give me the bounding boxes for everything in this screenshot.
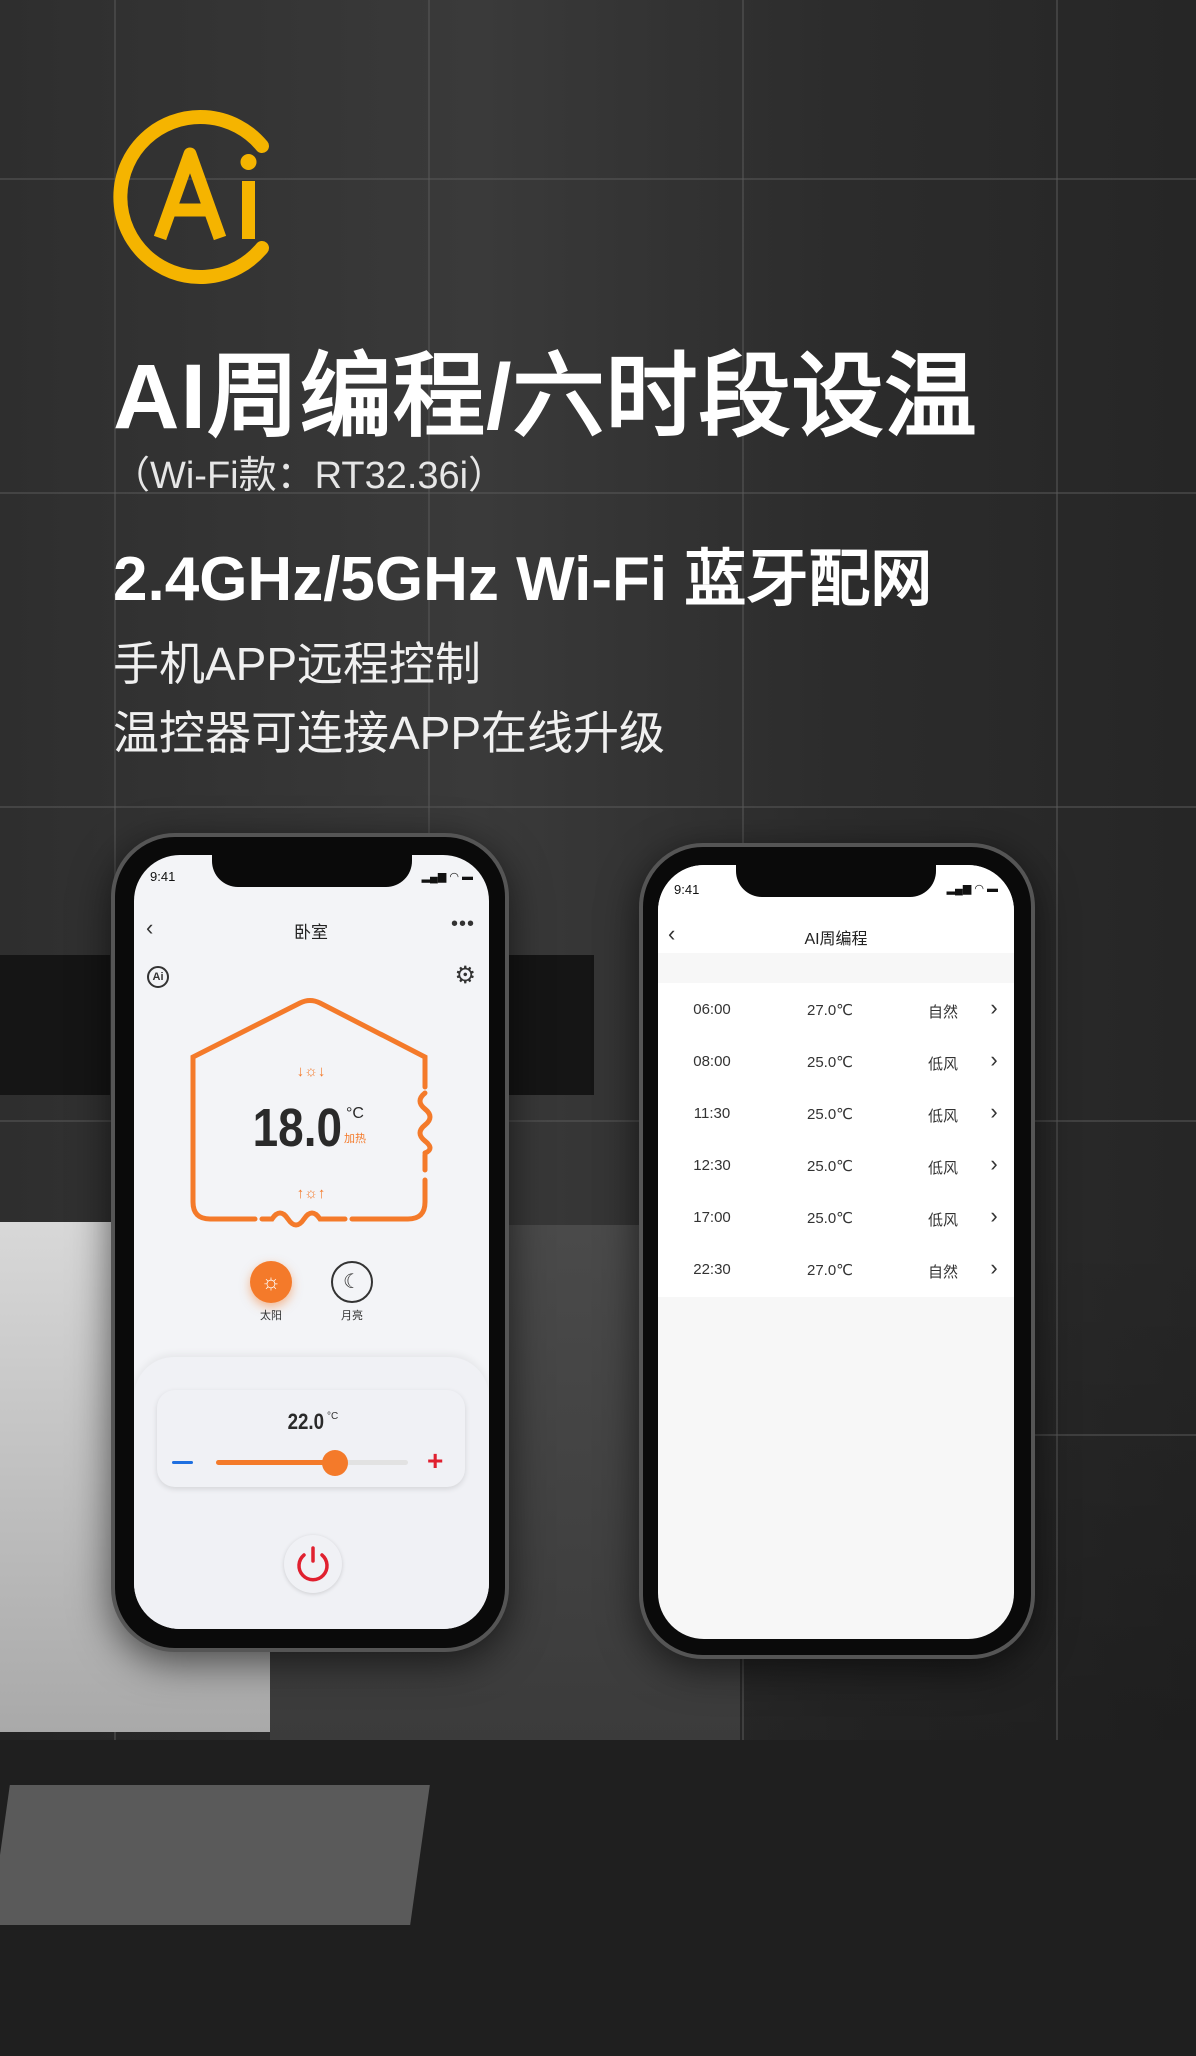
power-button[interactable] — [284, 1535, 342, 1593]
row-time: 08:00 — [693, 1053, 731, 1070]
row-temp: 27.0℃ — [806, 1262, 854, 1279]
ai-logo-icon — [113, 110, 269, 284]
schedule-row[interactable]: 11:30 25.0℃ 低风 › — [658, 1089, 1014, 1141]
sun-icon: ☼ — [260, 1269, 282, 1294]
schedule-row[interactable]: 08:00 25.0℃ 低风 › — [658, 1037, 1014, 1089]
temp-unit: °C — [346, 1105, 364, 1122]
row-time: 17:00 — [693, 1209, 731, 1226]
setpoint-card — [157, 1390, 465, 1487]
back-button[interactable]: ‹ — [668, 921, 675, 947]
setpoint-unit: °C — [327, 1411, 339, 1422]
wall-niche — [509, 955, 594, 1095]
sun-mode-label: 太阳 — [260, 1310, 282, 1322]
slider-thumb[interactable] — [322, 1450, 349, 1476]
moon-mode-button[interactable]: ☾ — [331, 1261, 373, 1303]
chevron-right-icon: › — [990, 1203, 998, 1228]
thermostat-screen: 9:41 ▂▄▆ ◠ ▬ ‹ 卧室 ••• Ai ⚙ ↓☼↓ 18.0 °C 加… — [134, 855, 489, 1629]
notch — [736, 865, 936, 897]
schedule-row[interactable]: 06:00 27.0℃ 自然 › — [658, 985, 1014, 1037]
slider-fill — [216, 1460, 336, 1465]
room-title: 卧室 — [294, 923, 328, 942]
status-icons: ▂▄▆ ◠ ▬ — [421, 871, 473, 883]
wall-niche — [0, 955, 110, 1095]
row-mode: 低风 — [927, 1160, 959, 1177]
row-time: 12:30 — [693, 1157, 731, 1174]
schedule-row[interactable]: 22:30 27.0℃ 自然 › — [658, 1245, 1014, 1297]
row-mode: 低风 — [927, 1108, 959, 1125]
schedule-list: 06:00 27.0℃ 自然 › 08:00 25.0℃ 低风 › 11:30 25… — [658, 983, 1014, 1297]
headline: AI周编程/六时段设温 — [113, 346, 978, 448]
heat-down-icon: ↓☼↓ — [296, 1063, 326, 1080]
row-mode: 低风 — [927, 1212, 959, 1229]
row-mode: 自然 — [927, 1264, 959, 1281]
current-temp: 18.0 — [252, 1098, 342, 1158]
moon-icon: ☾ — [343, 1271, 361, 1293]
status-time: 9:41 — [150, 869, 176, 884]
row-temp: 25.0℃ — [806, 1054, 854, 1071]
decrease-button[interactable] — [172, 1461, 193, 1464]
status-icons: ▂▄▆ ◠ ▬ — [946, 883, 998, 895]
chevron-right-icon: › — [990, 1047, 998, 1072]
temp-slider[interactable] — [216, 1450, 408, 1476]
schedule-row[interactable]: 12:30 25.0℃ 低风 › — [658, 1141, 1014, 1193]
schedule-title: AI周编程 — [804, 931, 868, 948]
row-time: 22:30 — [693, 1261, 731, 1278]
row-temp: 25.0℃ — [806, 1210, 854, 1227]
chevron-right-icon: › — [990, 1099, 998, 1124]
ai-icon[interactable]: Ai — [147, 966, 169, 988]
heat-up-icon: ↑☼↑ — [296, 1185, 326, 1202]
row-time: 11:30 — [693, 1105, 731, 1122]
moon-mode-label: 月亮 — [341, 1310, 363, 1322]
chevron-right-icon: › — [990, 1151, 998, 1176]
row-mode: 自然 — [927, 1004, 959, 1021]
setpoint-value: 22.0 — [287, 1409, 324, 1434]
row-temp: 25.0℃ — [806, 1106, 854, 1123]
bath-rug — [0, 1785, 430, 1925]
connectivity-text: 2.4GHz/5GHz Wi-Fi 蓝牙配网 — [113, 545, 933, 614]
row-mode: 低风 — [927, 1056, 959, 1073]
chevron-right-icon: › — [990, 995, 998, 1020]
row-temp: 25.0℃ — [806, 1158, 854, 1175]
row-time: 06:00 — [693, 1001, 731, 1018]
notch — [211, 855, 412, 887]
status-time: 9:41 — [674, 882, 700, 897]
power-icon — [297, 1546, 329, 1582]
heating-status: 加热 — [344, 1133, 366, 1145]
back-button[interactable]: ‹ — [146, 915, 153, 941]
more-dots-icon[interactable]: ••• — [451, 913, 475, 936]
schedule-row[interactable]: 17:00 25.0℃ 低风 › — [658, 1193, 1014, 1245]
model-text: （Wi-Fi款：RT32.36i） — [112, 455, 507, 497]
feature-2: 温控器可连接APP在线升级 — [113, 707, 666, 759]
increase-button[interactable]: + — [427, 1447, 443, 1475]
sun-mode-button[interactable]: ☼ — [250, 1261, 292, 1303]
chevron-right-icon: › — [990, 1255, 998, 1280]
schedule-screen: 9:41 ▂▄▆ ◠ ▬ ‹ AI周编程 06:00 27.0℃ 自然 › 08:… — [658, 865, 1014, 1639]
gear-icon[interactable]: ⚙ — [454, 961, 476, 990]
feature-1: 手机APP远程控制 — [113, 638, 482, 690]
row-temp: 27.0℃ — [806, 1002, 854, 1019]
